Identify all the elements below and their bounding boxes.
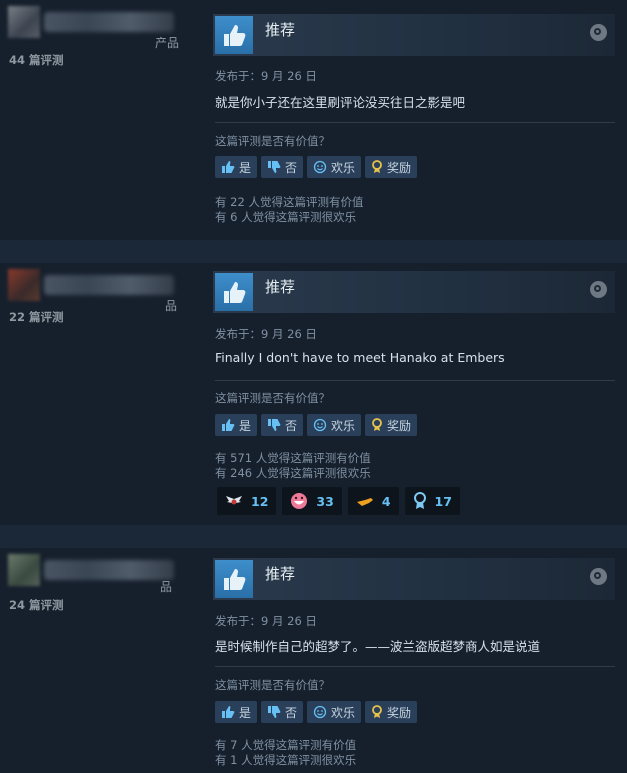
- grin-award-icon: [291, 493, 308, 509]
- vote-buttons: 是 否 欢乐 奖励: [215, 156, 418, 178]
- smiley-icon: [313, 160, 327, 174]
- vote-buttons: 是 否 欢乐 奖励: [215, 701, 418, 723]
- award-ribbon-icon: [372, 160, 382, 173]
- award-count: 12: [251, 493, 269, 509]
- products-owned-label: 产品: [155, 36, 180, 50]
- award-button[interactable]: 奖励: [365, 414, 418, 436]
- award-list: 12 33 4 17: [217, 487, 460, 515]
- smiley-icon: [313, 418, 327, 432]
- funny-count: 有 6 人觉得这篇评测很欢乐: [215, 210, 357, 224]
- award-count: 4: [381, 493, 391, 509]
- posted-date: 发布于：9 月 26 日: [215, 327, 317, 341]
- vote-no-button[interactable]: 否: [261, 701, 304, 723]
- divider: [215, 380, 615, 381]
- review-stats: 有 7 人觉得这篇评测有价值 有 1 人觉得这篇评测很欢乐: [215, 738, 356, 768]
- posted-date: 发布于：9 月 26 日: [215, 614, 317, 628]
- wings-award-icon: [226, 496, 242, 505]
- thumbs-up-icon: [222, 706, 235, 718]
- verdict-bar[interactable]: 推荐: [213, 14, 615, 56]
- vote-buttons: 是 否 欢乐 奖励: [215, 414, 418, 436]
- verdict-bar[interactable]: 推荐: [213, 271, 615, 313]
- review-stats: 有 22 人觉得这篇评测有价值 有 6 人觉得这篇评测很欢乐: [215, 195, 363, 225]
- card-gap: [0, 240, 627, 263]
- verdict-label: 推荐: [265, 21, 296, 39]
- divider: [215, 122, 615, 123]
- review-text: Finally I don't have to meet Hanako at E…: [215, 350, 505, 365]
- award-button[interactable]: 奖励: [365, 701, 418, 723]
- review-card: 品 24 篇评测 推荐 发布于：9 月 26 日 是时候制作自己的超梦了。——波…: [0, 548, 627, 773]
- review-count[interactable]: 24 篇评测: [9, 597, 64, 613]
- award-chip-grin[interactable]: 33: [282, 487, 342, 515]
- review-count[interactable]: 22 篇评测: [9, 309, 64, 325]
- review-card: 品 22 篇评测 推荐 发布于：9 月 26 日 Finally I don't…: [0, 263, 627, 525]
- thumbs-up-icon: [222, 419, 235, 431]
- vote-no-button[interactable]: 否: [261, 156, 304, 178]
- vote-funny-button[interactable]: 欢乐: [307, 414, 362, 436]
- thumbs-up-icon: [222, 161, 235, 173]
- funny-count: 有 246 人觉得这篇评测很欢乐: [215, 466, 371, 480]
- verdict-label: 推荐: [265, 278, 296, 296]
- award-ribbon-icon: [372, 418, 382, 431]
- vote-yes-button[interactable]: 是: [215, 701, 258, 723]
- funny-count: 有 1 人觉得这篇评测很欢乐: [215, 753, 357, 767]
- avatar[interactable]: [8, 269, 40, 301]
- verdict-bar[interactable]: 推荐: [213, 558, 615, 600]
- golden-hand-award-icon: [356, 498, 373, 506]
- steam-icon: [590, 24, 607, 41]
- thumbs-up-icon: [215, 16, 253, 54]
- vote-funny-button[interactable]: 欢乐: [307, 156, 362, 178]
- thumbs-down-icon: [268, 161, 281, 173]
- products-owned-label: 品: [160, 580, 173, 594]
- posted-date: 发布于：9 月 26 日: [215, 69, 317, 83]
- helpful-question: 这篇评测是否有价值？: [215, 391, 330, 405]
- verdict-label: 推荐: [265, 565, 296, 583]
- award-ribbon-icon: [372, 705, 382, 718]
- review-stats: 有 571 人觉得这篇评测有价值 有 246 人觉得这篇评测很欢乐: [215, 451, 371, 481]
- steam-icon: [590, 281, 607, 298]
- review-card: 产品 44 篇评测 推荐 发布于：9 月 26 日 就是你小子还在这里刷评论没买…: [0, 0, 627, 240]
- steam-icon: [590, 568, 607, 585]
- products-owned-label: 品: [165, 299, 178, 313]
- review-count[interactable]: 44 篇评测: [9, 52, 64, 68]
- medal-award-icon: [413, 492, 426, 509]
- award-chip-hand[interactable]: 4: [347, 487, 399, 515]
- vote-yes-button[interactable]: 是: [215, 156, 258, 178]
- review-text: 就是你小子还在这里刷评论没买往日之影是吧: [215, 95, 466, 110]
- helpful-count: 有 22 人觉得这篇评测有价值: [215, 195, 364, 209]
- smiley-icon: [313, 705, 327, 719]
- thumbs-up-icon: [215, 273, 253, 311]
- helpful-question: 这篇评测是否有价值？: [215, 678, 330, 692]
- thumbs-down-icon: [268, 419, 281, 431]
- vote-no-button[interactable]: 否: [261, 414, 304, 436]
- avatar[interactable]: [8, 6, 40, 38]
- vote-yes-button[interactable]: 是: [215, 414, 258, 436]
- reviewer-name-blurred[interactable]: [44, 275, 174, 295]
- avatar[interactable]: [8, 554, 40, 586]
- helpful-count: 有 7 人觉得这篇评测有价值: [215, 738, 357, 752]
- reviewer-name-blurred[interactable]: [44, 12, 174, 32]
- review-text: 是时候制作自己的超梦了。——波兰盗版超梦商人如是说道: [215, 639, 541, 654]
- award-button[interactable]: 奖励: [365, 156, 418, 178]
- vote-funny-button[interactable]: 欢乐: [307, 701, 362, 723]
- helpful-question: 这篇评测是否有价值？: [215, 134, 330, 148]
- reviewer-name-blurred[interactable]: [44, 560, 174, 580]
- award-chip-wings[interactable]: 12: [217, 487, 277, 515]
- award-chip-medal[interactable]: 17: [404, 487, 460, 515]
- thumbs-up-icon: [215, 560, 253, 598]
- card-gap: [0, 525, 627, 548]
- thumbs-down-icon: [268, 706, 281, 718]
- divider: [215, 666, 615, 667]
- award-count: 17: [434, 493, 452, 509]
- award-count: 33: [316, 493, 334, 509]
- helpful-count: 有 571 人觉得这篇评测有价值: [215, 451, 371, 465]
